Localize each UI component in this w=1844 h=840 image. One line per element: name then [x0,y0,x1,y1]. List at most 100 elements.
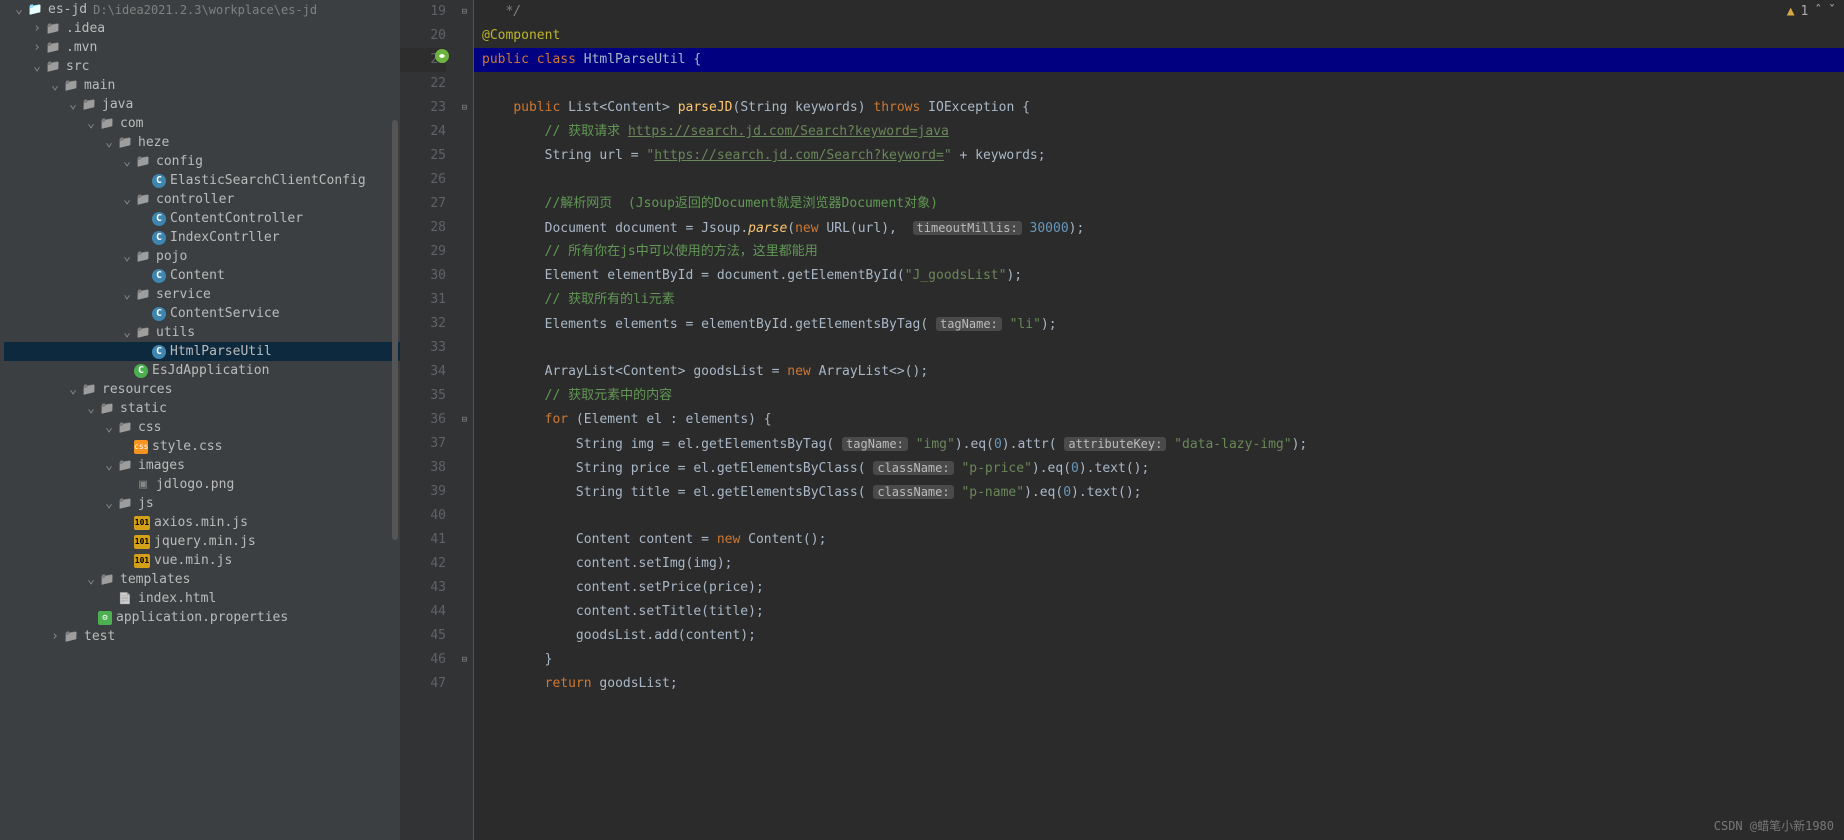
chevron-down-icon[interactable]: ⌄ [120,192,134,207]
tree-item-axios-min-js[interactable]: axios.min.js [4,513,400,532]
code-line[interactable] [474,168,1844,192]
code-line[interactable]: @Component [474,24,1844,48]
tree-item-js[interactable]: ⌄js [4,494,400,513]
code-line[interactable] [474,504,1844,528]
tree-item-java[interactable]: ⌄java [4,95,400,114]
code-line[interactable]: return goodsList; [474,672,1844,696]
fold-spacer [456,168,473,192]
code-line[interactable]: } [474,648,1844,672]
tree-item-es-jd[interactable]: ⌄es-jdD:\idea2021.2.3\workplace\es-jd [4,0,400,19]
code-line[interactable]: for (Element el : elements) { [474,408,1844,432]
chevron-down-icon[interactable]: ⌄ [48,78,62,93]
fold-toggle-icon[interactable]: ⊟ [456,0,473,24]
tree-item-config[interactable]: ⌄ config [4,152,400,171]
tree-item-templates[interactable]: ⌄templates [4,570,400,589]
tree-item-resources[interactable]: ⌄resources [4,380,400,399]
tree-item-elasticsearchclientconfig[interactable]: ElasticSearchClientConfig [4,171,400,190]
code-line[interactable]: content.setTitle(title); [474,600,1844,624]
chevron-down-icon[interactable]: ⌄ [102,135,116,150]
code-line[interactable]: String url = "https://search.jd.com/Sear… [474,144,1844,168]
fold-toggle-icon[interactable]: ⊟ [456,408,473,432]
project-tree-panel[interactable]: ⌄es-jdD:\idea2021.2.3\workplace\es-jd›.i… [0,0,400,840]
tree-item-contentcontroller[interactable]: ContentController [4,209,400,228]
tree-item-test[interactable]: ›test [4,627,400,646]
spring-bean-icon[interactable] [434,48,450,64]
tree-item-css[interactable]: ⌄css [4,418,400,437]
tree-item-indexcontrller[interactable]: IndexContrller [4,228,400,247]
code-line[interactable] [474,336,1844,360]
tree-item-jquery-min-js[interactable]: jquery.min.js [4,532,400,551]
nav-up-icon[interactable]: ˆ [1814,4,1822,19]
tree-item-index-html[interactable]: index.html [4,589,400,608]
tree-item-controller[interactable]: ⌄controller [4,190,400,209]
chevron-down-icon[interactable]: ⌄ [120,325,134,340]
tree-item-label: EsJdApplication [152,363,269,378]
tree-item--idea[interactable]: ›.idea [4,19,400,38]
code-line[interactable]: String img = el.getElementsByTag( tagNam… [474,432,1844,456]
tree-item-service[interactable]: ⌄service [4,285,400,304]
code-line[interactable]: public List<Content> parseJD(String keyw… [474,96,1844,120]
chevron-down-icon[interactable]: ⌄ [84,116,98,131]
code-line[interactable]: // 获取所有的li元素 [474,288,1844,312]
code-line[interactable]: ArrayList<Content> goodsList = new Array… [474,360,1844,384]
chevron-down-icon[interactable]: ⌄ [120,287,134,302]
code-editor[interactable]: 1920212223242526272829303132333435363738… [400,0,1844,840]
chevron-down-icon[interactable]: ⌄ [120,249,134,264]
code-line[interactable]: Element elementById = document.getElemen… [474,264,1844,288]
code-line[interactable]: goodsList.add(content); [474,624,1844,648]
code-line[interactable]: Elements elements = elementById.getEleme… [474,312,1844,336]
tree-item-application-properties[interactable]: application.properties [4,608,400,627]
chevron-down-icon[interactable]: ⌄ [102,458,116,473]
chevron-down-icon[interactable]: ⌄ [102,496,116,511]
chevron-down-icon[interactable]: ⌄ [66,382,80,397]
tree-item-jdlogo-png[interactable]: jdlogo.png [4,475,400,494]
code-line[interactable]: String price = el.getElementsByClass( cl… [474,456,1844,480]
tree-item-com[interactable]: ⌄com [4,114,400,133]
chevron-down-icon[interactable]: ⌄ [30,59,44,74]
chevron-down-icon[interactable]: ⌄ [84,401,98,416]
chevron-right-icon[interactable]: › [30,40,44,55]
inspection-status[interactable]: ▲ 1 ˆ ˇ [1787,4,1836,19]
tree-item-style-css[interactable]: style.css [4,437,400,456]
folder-icon [98,572,116,587]
file-icon [98,611,112,625]
tree-item-static[interactable]: ⌄static [4,399,400,418]
code-line[interactable]: String title = el.getElementsByClass( cl… [474,480,1844,504]
code-line[interactable]: Content content = new Content(); [474,528,1844,552]
tree-item--mvn[interactable]: ›.mvn [4,38,400,57]
chevron-down-icon[interactable]: ⌄ [84,572,98,587]
tree-item-utils[interactable]: ⌄utils [4,323,400,342]
code-line[interactable]: // 获取元素中的内容 [474,384,1844,408]
fold-gutter[interactable]: ⊟ ⊟ ⊟ ⊟ [456,0,474,840]
fold-toggle-icon[interactable]: ⊟ [456,648,473,672]
code-line[interactable]: // 所有你在js中可以使用的方法，这里都能用 [474,240,1844,264]
code-line[interactable]: // 获取请求 https://search.jd.com/Search?key… [474,120,1844,144]
chevron-right-icon[interactable]: › [30,21,44,36]
code-line[interactable] [474,72,1844,96]
chevron-down-icon[interactable]: ⌄ [12,2,26,17]
code-area[interactable]: */@Componentpublic class HtmlParseUtil {… [474,0,1844,840]
code-line[interactable]: Document document = Jsoup.parse(new URL(… [474,216,1844,240]
tree-item-content[interactable]: Content [4,266,400,285]
chevron-down-icon[interactable]: ⌄ [120,154,134,169]
tree-item-pojo[interactable]: ⌄pojo [4,247,400,266]
tree-item-main[interactable]: ⌄main [4,76,400,95]
tree-item-heze[interactable]: ⌄heze [4,133,400,152]
fold-toggle-icon[interactable]: ⊟ [456,96,473,120]
code-line[interactable]: content.setPrice(price); [474,576,1844,600]
code-line[interactable]: //解析网页 (Jsoup返回的Document就是浏览器Document对象) [474,192,1844,216]
tree-item-vue-min-js[interactable]: vue.min.js [4,551,400,570]
tree-item-label: config [156,154,203,169]
chevron-right-icon[interactable]: › [48,629,62,644]
nav-down-icon[interactable]: ˇ [1828,4,1836,19]
tree-item-contentservice[interactable]: ContentService [4,304,400,323]
code-line[interactable]: content.setImg(img); [474,552,1844,576]
tree-item-esjdapplication[interactable]: EsJdApplication [4,361,400,380]
code-line[interactable]: */ [474,0,1844,24]
tree-item-htmlparseutil[interactable]: HtmlParseUtil [4,342,400,361]
tree-item-src[interactable]: ⌄src [4,57,400,76]
chevron-down-icon[interactable]: ⌄ [66,97,80,112]
tree-item-images[interactable]: ⌄images [4,456,400,475]
chevron-down-icon[interactable]: ⌄ [102,420,116,435]
code-line[interactable]: public class HtmlParseUtil { [474,48,1844,72]
